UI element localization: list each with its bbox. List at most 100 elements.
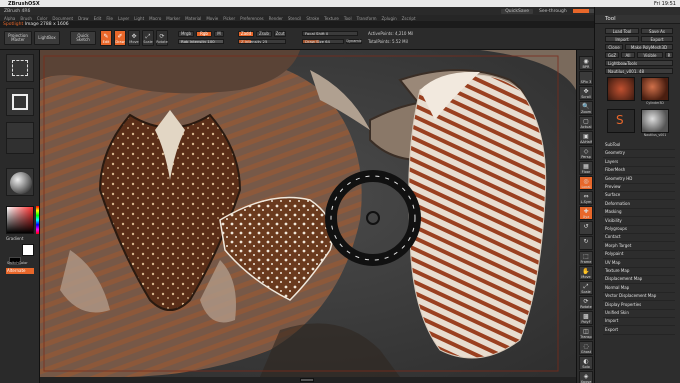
tool-menu-subtool[interactable]: SubTool: [605, 142, 620, 147]
menu-zscript[interactable]: Zscript: [402, 16, 416, 21]
draw-size-slider[interactable]: Draw Size 64: [302, 39, 344, 44]
tool-menu-layers[interactable]: Layers: [605, 159, 618, 164]
tool-menu-polygroups[interactable]: Polygroups: [605, 226, 627, 231]
lightbox-tools-button[interactable]: Lightbox▸Tools: [605, 60, 673, 66]
menu-edit[interactable]: Edit: [94, 16, 102, 21]
right-shelf-aahalf[interactable]: ▣ AAHalf: [579, 131, 593, 145]
menu-marker[interactable]: Marker: [166, 16, 180, 21]
move-button[interactable]: ✥ Move: [128, 30, 140, 46]
lightbox-button[interactable]: LightBox: [34, 31, 60, 45]
tool-menu-export[interactable]: Export: [605, 327, 618, 332]
right-shelf-rotate[interactable]: ⟳ Rotate: [579, 296, 593, 310]
right-shelf-scale[interactable]: ⤢ Scale: [579, 281, 593, 295]
focal-shift-slider[interactable]: Focal Shift 0: [302, 31, 358, 36]
save-as-button[interactable]: Save As: [641, 28, 673, 34]
right-shelf-actual[interactable]: ▢ Actual: [579, 116, 593, 130]
document-canvas[interactable]: [40, 50, 576, 377]
clone-button[interactable]: Clone: [605, 44, 623, 50]
right-shelf-floor[interactable]: ▦ Floor: [579, 161, 593, 175]
quick-sketch-button[interactable]: Quick Sketch: [70, 31, 96, 45]
material-selector[interactable]: [6, 168, 34, 196]
stroke-selector[interactable]: [6, 88, 34, 116]
make-polymesh-button[interactable]: Make PolyMesh3D: [625, 44, 673, 50]
right-shelf-button-12[interactable]: ↻: [579, 236, 593, 250]
tool-menu-unified-skin[interactable]: Unified Skin: [605, 310, 629, 315]
current-tool-slider[interactable]: Nautilus_v001. 48: [605, 68, 673, 74]
right-shelf-xpose[interactable]: ◈ Xpose: [579, 371, 593, 383]
all-button[interactable]: All: [621, 52, 635, 58]
tool-menu-fibermesh[interactable]: FiberMesh: [605, 167, 625, 172]
switch-color-label[interactable]: SwitchColor: [7, 261, 28, 265]
clock[interactable]: Fri 19:51: [654, 1, 676, 7]
right-shelf-polyf[interactable]: ▩ PolyF: [579, 311, 593, 325]
load-tool-button[interactable]: Load Tool: [605, 28, 639, 34]
app-menu[interactable]: ZBrushOSX: [8, 1, 40, 7]
draw-button[interactable]: ✐ Draw: [114, 30, 126, 46]
zsub-button[interactable]: Zsub: [256, 31, 272, 37]
right-shelf-solo[interactable]: ◐ Solo: [579, 356, 593, 370]
menu-brush[interactable]: Brush: [20, 16, 32, 21]
right-shelf-persp[interactable]: ◇ Persp: [579, 146, 593, 160]
menu-picker[interactable]: Picker: [223, 16, 235, 21]
menu-color[interactable]: Color: [37, 16, 47, 21]
menu-stencil[interactable]: Stencil: [288, 16, 302, 21]
menu-alpha[interactable]: Alpha: [4, 16, 15, 21]
tool-menu-deformation[interactable]: Deformation: [605, 201, 630, 206]
projection-master-button[interactable]: Projection Master: [4, 31, 32, 45]
tool-menu-visibility[interactable]: Visibility: [605, 218, 622, 223]
tool-thumb-simple-brush[interactable]: S: [607, 109, 635, 133]
right-shelf-spix-3[interactable]: SPix 3: [579, 71, 593, 85]
tool-menu-masking[interactable]: Masking: [605, 209, 622, 214]
menu-draw[interactable]: Draw: [78, 16, 88, 21]
mrgb-button[interactable]: Mrgb: [178, 31, 194, 37]
export-button[interactable]: Export: [641, 36, 673, 42]
right-shelf-button-11[interactable]: ↺: [579, 221, 593, 235]
menu-tool[interactable]: Tool: [344, 16, 352, 21]
tool-menu-uv-map[interactable]: UV Map: [605, 260, 620, 265]
tool-menu-preview[interactable]: Preview: [605, 184, 621, 189]
goz-button[interactable]: GoZ: [605, 52, 619, 58]
tool-menu-vector-displacement-map[interactable]: Vector Displacement Map: [605, 293, 656, 298]
menu-texture[interactable]: Texture: [324, 16, 339, 21]
menu-document[interactable]: Document: [52, 16, 73, 21]
canvas-scrollbar[interactable]: [40, 377, 576, 383]
tool-menu-morph-target[interactable]: Morph Target: [605, 243, 631, 248]
zcut-button[interactable]: Zcut: [274, 31, 286, 37]
edit-button[interactable]: ✎ Edit: [100, 30, 112, 46]
z-intensity-slider[interactable]: Z Intensity 25: [238, 39, 286, 44]
scrollbar-thumb[interactable]: [300, 378, 314, 382]
right-shelf-scroll[interactable]: ✥ Scroll: [579, 86, 593, 100]
menu-material[interactable]: Material: [185, 16, 201, 21]
color-picker[interactable]: [6, 206, 34, 234]
right-shelf-bpr[interactable]: ◉ BPR: [579, 56, 593, 70]
menu-light[interactable]: Light: [134, 16, 144, 21]
tool-menu-import[interactable]: Import: [605, 318, 618, 323]
tool-menu-texture-map[interactable]: Texture Map: [605, 268, 629, 273]
hue-strip[interactable]: [36, 206, 39, 234]
tool-thumb-cylinder[interactable]: Cylinder3D: [641, 77, 669, 105]
menu-layer[interactable]: Layer: [118, 16, 129, 21]
texture-selector[interactable]: [6, 138, 34, 154]
import-button[interactable]: Import: [605, 36, 639, 42]
zadd-button[interactable]: Zadd: [238, 31, 254, 37]
menu-macro[interactable]: Macro: [149, 16, 161, 21]
menu-stroke[interactable]: Stroke: [306, 16, 319, 21]
m-button[interactable]: M: [214, 31, 224, 37]
right-shelf-xyz[interactable]: ✚ Xyz: [579, 206, 593, 220]
brush-selector[interactable]: [6, 54, 34, 82]
right-shelf-local[interactable]: ◎ Local: [579, 176, 593, 190]
scale-button[interactable]: ⤢ Scale: [142, 30, 154, 46]
gradient-label[interactable]: Gradient: [6, 236, 23, 241]
right-shelf-zoom[interactable]: 🔍 Zoom: [579, 101, 593, 115]
menu-preferences[interactable]: Preferences: [240, 16, 264, 21]
tool-palette-header[interactable]: Tool: [595, 15, 680, 24]
tool-menu-surface[interactable]: Surface: [605, 192, 620, 197]
alternate-button[interactable]: Alternate: [6, 268, 34, 274]
menu-transform[interactable]: Transform: [357, 16, 377, 21]
menu-zplugin[interactable]: Zplugin: [382, 16, 397, 21]
quicksave-button[interactable]: QuickSave: [501, 8, 534, 14]
tool-menu-geometry-hd[interactable]: Geometry HD: [605, 176, 632, 181]
rgb-button[interactable]: Rgb: [196, 31, 212, 37]
tool-thumb-nautilus[interactable]: Nautilus_v001: [641, 109, 669, 137]
right-shelf-move[interactable]: ✋ Move: [579, 266, 593, 280]
